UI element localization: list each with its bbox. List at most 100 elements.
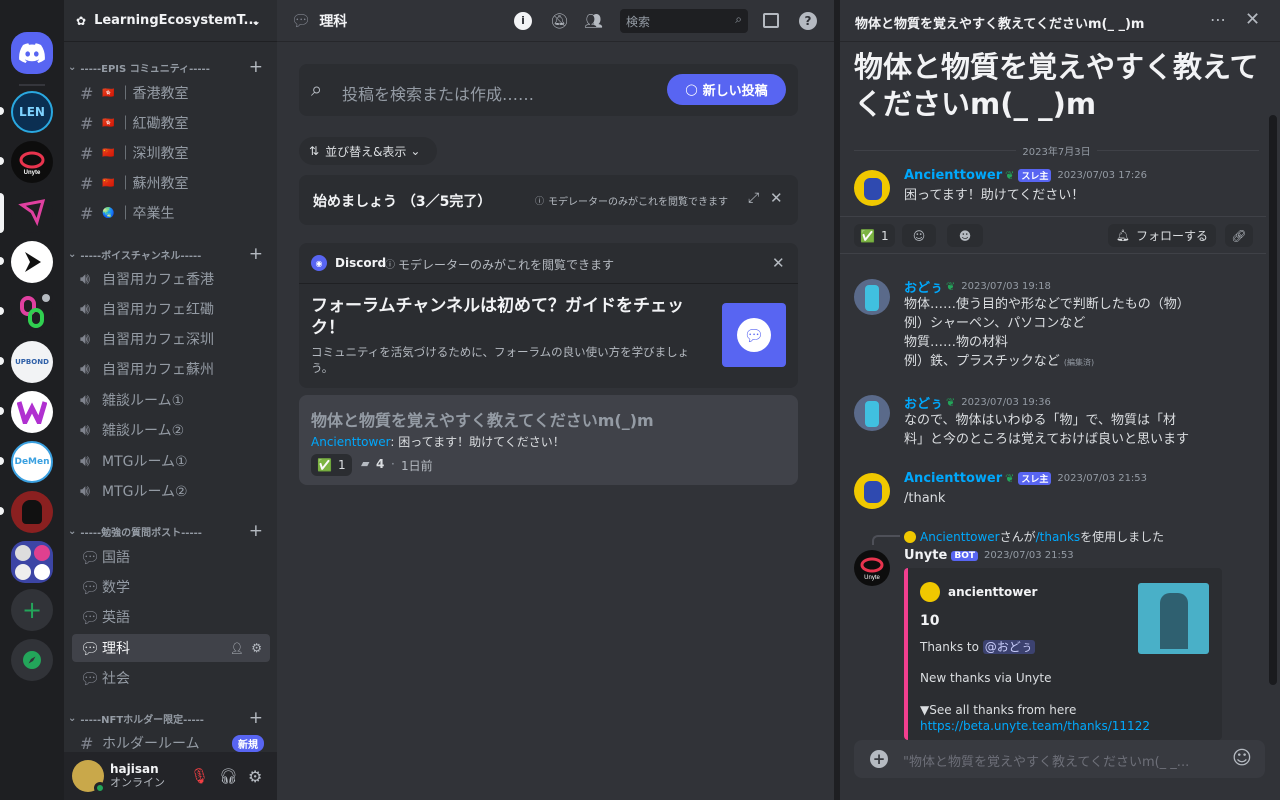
- gear-icon[interactable]: ⚙: [248, 767, 262, 786]
- reaction-chip[interactable]: ✅ 1: [311, 454, 352, 476]
- message-author[interactable]: おどぅ: [904, 393, 943, 412]
- channel-graduates[interactable]: # 🌏 ｜卒業生: [72, 199, 270, 227]
- add-attachment-icon[interactable]: +: [870, 750, 888, 768]
- search-input[interactable]: 検索 ⌕: [620, 8, 748, 33]
- add-channel-icon[interactable]: +: [249, 708, 263, 728]
- server-play-icon[interactable]: [11, 241, 53, 283]
- voice-channel[interactable]: 🔊︎ MTGルーム①: [72, 447, 270, 475]
- emoji-icon[interactable]: ☺: [1232, 747, 1252, 769]
- add-reaction-button[interactable]: ☺: [902, 224, 936, 247]
- post-author[interactable]: Ancienttower: [311, 435, 390, 449]
- forum-icon: 💬︎: [80, 638, 101, 658]
- server-len-icon[interactable]: LEN: [11, 91, 53, 133]
- channel-hongkong[interactable]: # 🇭🇰 ｜香港教室: [72, 79, 270, 107]
- getting-started-card[interactable]: 始めましょう （3／5完了） ⓘ モデレーターのみがこれを閲覧できます ⤢ ✕: [299, 175, 798, 225]
- server-demen-icon[interactable]: DeMen: [11, 441, 53, 483]
- category-nft[interactable]: ⌄ -----NFTホルダー限定----- +: [68, 708, 273, 728]
- copy-link-button[interactable]: 🔗︎: [1225, 224, 1253, 247]
- bot-embed: ancienttower 10 Thanks to @おどぅ New thank…: [904, 568, 1222, 740]
- notifications-muted-icon[interactable]: 🔕︎: [550, 12, 569, 30]
- add-channel-icon[interactable]: +: [249, 521, 263, 541]
- close-icon[interactable]: ✕: [772, 254, 785, 272]
- server-unyte-icon[interactable]: Unyte: [11, 141, 53, 183]
- forum-channel[interactable]: 💬︎ 社会: [72, 664, 270, 692]
- embed-link[interactable]: https://beta.unyte.team/thanks/11122: [920, 719, 1150, 733]
- server-upbond-icon[interactable]: UPBOND: [11, 341, 53, 383]
- server-folder-icon[interactable]: [11, 541, 53, 583]
- scrollbar[interactable]: [1269, 115, 1277, 685]
- message-author[interactable]: Unyte: [904, 548, 947, 563]
- forum-channel[interactable]: 💬︎ 数学: [72, 573, 270, 601]
- server-arrow-icon[interactable]: [11, 191, 53, 233]
- avatar[interactable]: [854, 170, 890, 206]
- reaction-chip[interactable]: ✅ 1: [854, 224, 895, 247]
- message-author[interactable]: Ancienttower: [904, 471, 1002, 486]
- message-composer[interactable]: + "物体と物質を覚えやすく教えてくださいm(_ _... ☺: [854, 740, 1265, 778]
- voice-channel[interactable]: 🔊︎ 自習用カフェ蘇州: [72, 355, 270, 383]
- channel-hunghom[interactable]: # 🇭🇰 ｜紅磡教室: [72, 109, 270, 137]
- avatar[interactable]: Unyte: [854, 550, 890, 586]
- headphones-icon[interactable]: 🎧︎: [219, 767, 238, 785]
- user-mention[interactable]: @おどぅ: [982, 640, 1035, 654]
- guild-header[interactable]: ✿ LearningEcosystemT... ⌄: [64, 0, 277, 42]
- channel-label: 自習用カフェ香港: [102, 272, 214, 288]
- channel-suzhou[interactable]: # 🇨🇳 ｜蘇州教室: [72, 169, 270, 197]
- close-icon[interactable]: ✕: [1245, 9, 1260, 30]
- command-name[interactable]: /thanks: [1036, 530, 1081, 544]
- voice-channel[interactable]: 🔊︎ 雑談ルーム②: [72, 416, 270, 444]
- sprout-icon: ❦: [1005, 169, 1015, 182]
- server-w-icon[interactable]: [11, 391, 53, 433]
- new-badge: 新規: [232, 734, 264, 752]
- reply-count: 4: [376, 457, 385, 471]
- sort-button[interactable]: ⇅ 並び替え&表示 ⌄: [299, 137, 437, 165]
- thread-actions-bar: ✅ 1 ☺ ☻ 🔔︎ フォローする 🔗︎: [840, 216, 1266, 254]
- category-label: -----NFTホルダー限定-----: [80, 714, 204, 726]
- help-icon[interactable]: ?: [799, 11, 817, 30]
- forum-post-card[interactable]: 物体と物質を覚えやすく教えてくださいm(_)m Ancienttower: 困っ…: [299, 395, 798, 485]
- category-questions[interactable]: ⌄ -----勉強の質問ポスト----- +: [68, 521, 273, 541]
- inbox-icon[interactable]: [763, 13, 779, 28]
- voice-channel[interactable]: 🔊︎ 自習用カフェ红磡: [72, 295, 270, 323]
- message-author[interactable]: Ancienttower: [904, 168, 1002, 183]
- close-icon[interactable]: ✕: [770, 189, 783, 207]
- add-super-reaction-button[interactable]: ☻: [947, 224, 983, 247]
- post-search-bar[interactable]: ⌕ 投稿を検索または作成…… ◯ 新しい投稿: [299, 64, 798, 116]
- avatar[interactable]: [854, 279, 890, 315]
- forum-channel-selected[interactable]: 💬︎ 理科 👤︎ ⚙: [72, 634, 270, 662]
- follow-button[interactable]: 🔔︎ フォローする: [1108, 224, 1216, 247]
- category-epis[interactable]: ⌄ -----EPIS コミュニティ----- +: [68, 57, 273, 77]
- channel-shenzhen[interactable]: # 🇨🇳 ｜深圳教室: [72, 139, 270, 167]
- speaker-icon: 🔊︎: [80, 390, 91, 409]
- message-author[interactable]: おどぅ: [904, 277, 943, 296]
- mod-only-note: モデレーターのみがこれを閲覧できます: [548, 197, 728, 208]
- info-icon[interactable]: i: [514, 11, 532, 30]
- avatar[interactable]: [854, 473, 890, 509]
- add-channel-icon[interactable]: +: [249, 57, 263, 77]
- voice-channel[interactable]: 🔊︎ 自習用カフェ香港: [72, 265, 270, 293]
- voice-channel[interactable]: 🔊︎ MTGルーム②: [72, 477, 270, 505]
- gear-icon[interactable]: ⚙: [251, 641, 262, 655]
- invite-member-icon[interactable]: 👤︎: [230, 642, 244, 655]
- explore-servers-button[interactable]: [11, 639, 53, 681]
- avatar: [920, 582, 940, 602]
- members-icon[interactable]: 👥︎: [584, 12, 603, 30]
- guide-title[interactable]: フォーラムチャンネルは初めて？ガイドをチェック！: [311, 295, 707, 339]
- add-channel-icon[interactable]: +: [249, 244, 263, 264]
- voice-indicator-icon: [39, 291, 53, 305]
- mic-muted-icon[interactable]: 🎙︎: [190, 767, 209, 785]
- expand-icon[interactable]: ⤢: [748, 190, 759, 206]
- discord-home-button[interactable]: [11, 32, 53, 74]
- voice-channel[interactable]: 🔊︎ 雑談ルーム①: [72, 386, 270, 414]
- more-icon[interactable]: ⋯: [1210, 10, 1226, 29]
- avatar[interactable]: [854, 395, 890, 431]
- category-voice[interactable]: ⌄ -----ボイスチャンネル----- +: [68, 244, 273, 264]
- voice-channel[interactable]: 🔊︎ 自習用カフェ深圳: [72, 325, 270, 353]
- avatar[interactable]: [72, 760, 106, 794]
- forum-channel[interactable]: 💬︎ 国語: [72, 543, 270, 571]
- server-ninja-icon[interactable]: [11, 491, 53, 533]
- forum-channel[interactable]: 💬︎ 英語: [72, 603, 270, 631]
- add-server-button[interactable]: +: [11, 589, 53, 631]
- command-user[interactable]: Ancienttower: [920, 530, 1000, 544]
- new-post-button[interactable]: ◯ 新しい投稿: [667, 74, 786, 105]
- channel-label: 自習用カフェ深圳: [102, 332, 214, 348]
